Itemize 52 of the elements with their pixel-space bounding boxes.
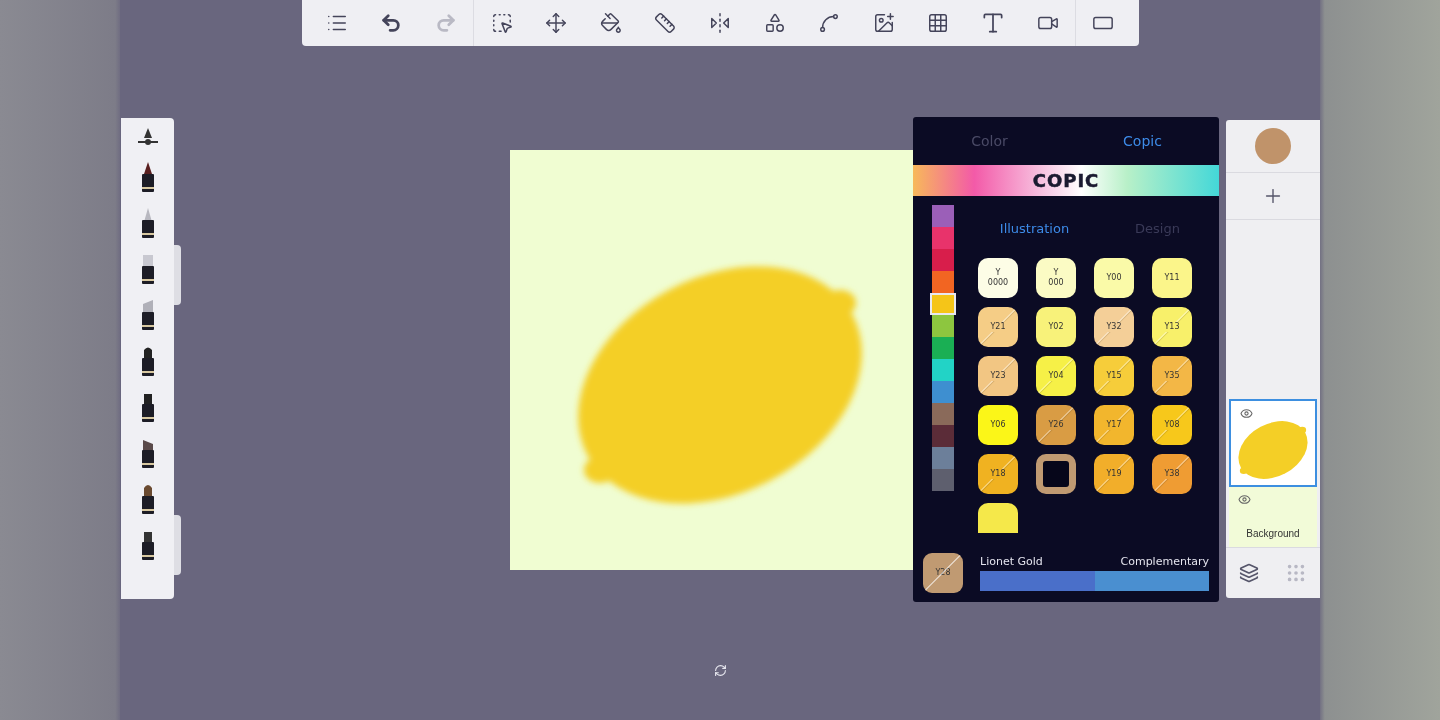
hue-swatch[interactable] xyxy=(932,381,954,403)
hue-swatch[interactable] xyxy=(932,447,954,469)
layer-thumbnail[interactable] xyxy=(1229,399,1317,487)
color-swatch[interactable]: Y04 xyxy=(1036,356,1076,396)
color-swatch[interactable]: Y35 xyxy=(1152,356,1192,396)
hue-swatch[interactable] xyxy=(932,315,954,337)
brush-size-icon[interactable] xyxy=(135,126,160,148)
hue-swatch[interactable] xyxy=(932,205,954,227)
panel-handle[interactable] xyxy=(174,515,181,575)
layer-thumbnail[interactable]: Background xyxy=(1229,487,1317,547)
eye-icon[interactable] xyxy=(1238,493,1251,506)
color-swatch[interactable]: Y08 xyxy=(1152,405,1192,445)
color-swatch[interactable]: Y15 xyxy=(1094,356,1134,396)
hue-swatch[interactable] xyxy=(932,469,954,491)
brand-logo: COPIC xyxy=(1032,170,1100,191)
complementary-label: Complementary xyxy=(1120,554,1209,568)
hue-swatch[interactable] xyxy=(932,425,954,447)
color-swatch[interactable]: Y32 xyxy=(1094,307,1134,347)
hue-swatch[interactable] xyxy=(932,249,954,271)
color-swatch[interactable]: Y 000 xyxy=(1036,258,1076,298)
current-swatch: Y28 xyxy=(923,552,963,593)
color-swatch[interactable]: Y 0000 xyxy=(978,258,1018,298)
color-swatch[interactable] xyxy=(978,503,1018,533)
hue-swatch[interactable] xyxy=(932,403,954,425)
complementary-color[interactable] xyxy=(1094,570,1209,591)
color-swatch[interactable]: Y38 xyxy=(1152,454,1192,494)
color-swatch[interactable]: Y26 xyxy=(1036,405,1076,445)
color-swatch[interactable]: Y19 xyxy=(1094,454,1134,494)
color-swatch[interactable]: Y06 xyxy=(978,405,1018,445)
color-swatch[interactable]: Y00 xyxy=(1094,258,1134,298)
color-swatch[interactable]: Y17 xyxy=(1094,405,1134,445)
color-swatch[interactable]: Y02 xyxy=(1036,307,1076,347)
color-swatch[interactable]: Y21 xyxy=(978,307,1018,347)
hue-swatch[interactable] xyxy=(930,293,956,315)
layers-icon[interactable] xyxy=(1239,563,1259,583)
color-swatch[interactable]: Y13 xyxy=(1152,307,1192,347)
category-tab[interactable]: Illustration xyxy=(973,206,1096,250)
color-swatch[interactable]: Y18 xyxy=(978,454,1018,494)
panel-tab[interactable]: Copic xyxy=(1066,117,1219,165)
hue-swatch[interactable] xyxy=(932,271,954,293)
rotate-icon[interactable] xyxy=(713,664,727,677)
hue-swatch[interactable] xyxy=(932,227,954,249)
color-swatch[interactable]: Y11 xyxy=(1152,258,1192,298)
hue-swatch[interactable] xyxy=(932,359,954,381)
current-color[interactable] xyxy=(1255,128,1291,164)
eye-icon[interactable] xyxy=(1240,407,1253,420)
complementary-color[interactable] xyxy=(980,570,1095,591)
panel-handle[interactable] xyxy=(174,245,181,305)
color-name: Lionet Gold xyxy=(980,554,1043,568)
color-swatch[interactable]: Y23 xyxy=(978,356,1018,396)
hue-swatch[interactable] xyxy=(932,337,954,359)
color-swatch[interactable] xyxy=(1036,454,1076,494)
